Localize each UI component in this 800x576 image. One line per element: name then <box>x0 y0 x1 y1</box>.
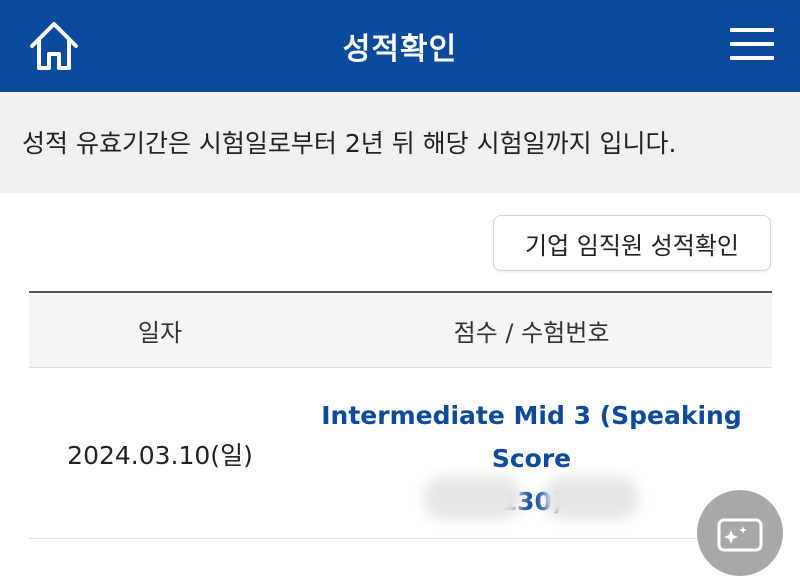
column-header-score: 점수 / 수험번호 <box>453 319 610 347</box>
corporate-employee-score-button[interactable]: 기업 임직원 성적확인 <box>493 215 771 271</box>
validity-notice-text: 성적 유효기간은 시험일로부터 2년 뒤 해당 시험일까지 입니다. <box>22 129 677 158</box>
row-date: 2024.03.10(일) <box>67 441 253 470</box>
hamburger-menu-icon[interactable] <box>730 24 774 64</box>
sparkle-screen-icon <box>717 518 763 552</box>
page-title: 성적확인 <box>342 32 458 67</box>
table-row[interactable]: 2024.03.10(일) Intermediate Mid 3 (Speaki… <box>29 368 772 539</box>
floating-action-button[interactable] <box>697 490 783 576</box>
validity-notice: 성적 유효기간은 시험일로부터 2년 뒤 해당 시험일까지 입니다. <box>0 92 800 193</box>
exam-number-blurred-2 <box>543 476 639 520</box>
row-score-link[interactable]: Intermediate Mid 3 (Speaking Score 130) <box>291 394 772 523</box>
app-header: 성적확인 <box>0 0 800 92</box>
table-header: 일자 점수 / 수험번호 <box>29 293 772 368</box>
row-score-line1: Intermediate Mid 3 (Speaking Score <box>321 401 742 473</box>
exam-number-blurred <box>423 476 523 520</box>
column-header-date: 일자 <box>137 319 183 347</box>
score-table: 일자 점수 / 수험번호 2024.03.10(일) Intermediate … <box>29 291 772 539</box>
